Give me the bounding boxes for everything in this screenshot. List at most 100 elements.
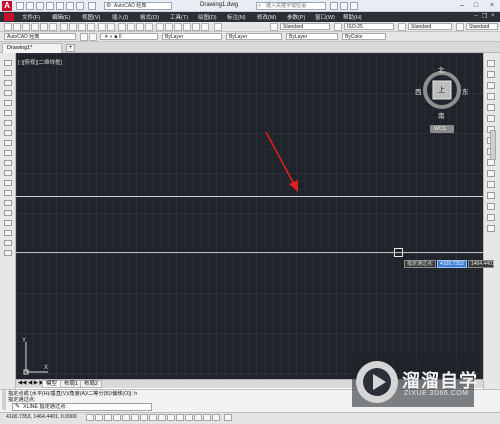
infer-constraints-toggle[interactable]: [86, 414, 94, 421]
zoom-realtime-icon[interactable]: [127, 23, 135, 31]
exchange-icon[interactable]: [340, 2, 348, 10]
viewcube-east[interactable]: 东: [462, 86, 469, 96]
menu-window[interactable]: 窗口(W): [315, 13, 335, 21]
model-space-toggle[interactable]: [224, 414, 232, 421]
layer-state-icon[interactable]: [89, 33, 97, 41]
mtext-icon[interactable]: [4, 240, 12, 246]
object-snap-toggle[interactable]: [131, 414, 139, 421]
properties-icon[interactable]: [156, 23, 164, 31]
workspace-switcher[interactable]: ⚙ AutoCAD 经典: [104, 2, 172, 10]
plot-style-select[interactable]: ByColor: [342, 33, 386, 40]
dim-style-select[interactable]: ISO-25: [344, 23, 394, 30]
fillet-icon[interactable]: [487, 214, 495, 221]
construction-line-icon[interactable]: [4, 70, 12, 76]
pan-icon[interactable]: [118, 23, 126, 31]
array-icon[interactable]: [487, 104, 495, 111]
lineweight-toggle[interactable]: [176, 414, 184, 421]
maximize-button[interactable]: □: [470, 1, 482, 10]
menu-format[interactable]: 格式(O): [140, 13, 159, 21]
explode-icon[interactable]: [487, 225, 495, 232]
workspace-select[interactable]: AutoCAD 经典: [4, 33, 76, 40]
publish-icon[interactable]: [49, 23, 57, 31]
preview-icon[interactable]: [40, 23, 48, 31]
multileader-style-icon[interactable]: [456, 23, 464, 31]
new-file-icon[interactable]: [16, 2, 24, 10]
transparency-toggle[interactable]: [185, 414, 193, 421]
autocad-app-icon[interactable]: A: [2, 1, 12, 11]
multileader-style-select[interactable]: Standard: [466, 23, 498, 30]
markup-icon[interactable]: [192, 23, 200, 31]
viewcube[interactable]: 北 南 东 西 上 WCS: [415, 64, 474, 136]
object-snap-tracking-toggle[interactable]: [149, 414, 157, 421]
viewport-controls-label[interactable]: [-][俯视][二维线框]: [18, 58, 62, 66]
circle-icon[interactable]: [4, 120, 12, 126]
text-style-select[interactable]: Standard: [280, 23, 330, 30]
plot-icon[interactable]: [31, 23, 39, 31]
snap-mode-toggle[interactable]: [95, 414, 103, 421]
menu-draw[interactable]: 绘图(D): [198, 13, 217, 21]
tab-layout2[interactable]: 布局2: [80, 380, 103, 388]
copy-icon[interactable]: [69, 23, 77, 31]
tab-layout1[interactable]: 布局1: [60, 380, 83, 388]
mirror-icon[interactable]: [487, 82, 495, 89]
quick-properties-toggle[interactable]: [194, 414, 202, 421]
dynamic-input-x[interactable]: 4100.7353: [437, 260, 467, 268]
grid-display-toggle[interactable]: [104, 414, 112, 421]
vertical-scrollbar[interactable]: [490, 130, 496, 160]
gradient-icon[interactable]: [4, 210, 12, 216]
print-icon[interactable]: [56, 2, 64, 10]
offset-icon[interactable]: [487, 93, 495, 100]
annotation-monitor-toggle[interactable]: [212, 414, 220, 421]
design-center-icon[interactable]: [165, 23, 173, 31]
undo-icon[interactable]: [66, 2, 74, 10]
viewcube-west[interactable]: 西: [415, 86, 422, 96]
cut-icon[interactable]: [60, 23, 68, 31]
point-icon[interactable]: [4, 190, 12, 196]
join-icon[interactable]: [487, 192, 495, 199]
trim-icon[interactable]: [487, 159, 495, 166]
rectangle-icon[interactable]: [4, 100, 12, 106]
dynamic-input-y[interactable]: 1464.4401: [468, 260, 495, 268]
zoom-previous-icon[interactable]: [145, 23, 153, 31]
calculator-icon[interactable]: [201, 23, 209, 31]
polyline-icon[interactable]: [4, 80, 12, 86]
dynamic-input-toggle[interactable]: [167, 414, 175, 421]
search-input[interactable]: ⌕ 键入关键字或短语: [256, 2, 326, 10]
polar-tracking-toggle[interactable]: [122, 414, 130, 421]
wcs-menu[interactable]: WCS: [434, 126, 446, 132]
redo-icon[interactable]: [76, 2, 84, 10]
ortho-mode-toggle[interactable]: [113, 414, 121, 421]
break-icon[interactable]: [487, 181, 495, 188]
menu-tools[interactable]: 工具(T): [170, 13, 188, 21]
move-icon[interactable]: [487, 115, 495, 122]
tool-palettes-icon[interactable]: [174, 23, 182, 31]
dropdown-arrow-icon[interactable]: [88, 2, 96, 10]
table-style-icon[interactable]: [398, 23, 406, 31]
command-window-grip[interactable]: [2, 390, 6, 410]
menu-app-icon[interactable]: [4, 13, 14, 21]
insert-block-icon[interactable]: [4, 170, 12, 176]
menu-restore-icon[interactable]: ❐: [482, 13, 487, 20]
table-icon[interactable]: [4, 230, 12, 236]
region-icon[interactable]: [4, 220, 12, 226]
menu-min-icon[interactable]: –: [474, 13, 477, 19]
help-toolbar-icon[interactable]: [214, 23, 222, 31]
text-style-icon[interactable]: [270, 23, 278, 31]
revcloud-icon[interactable]: [4, 130, 12, 136]
save-toolbar-icon[interactable]: [22, 23, 30, 31]
viewcube-south[interactable]: 南: [438, 110, 445, 120]
zoom-window-icon[interactable]: [136, 23, 144, 31]
ellipse-icon[interactable]: [4, 150, 12, 156]
redo-toolbar-icon[interactable]: [107, 23, 115, 31]
menu-file[interactable]: 文件(F): [22, 13, 40, 21]
3d-object-snap-toggle[interactable]: [140, 414, 148, 421]
new-tab-button[interactable]: +: [66, 44, 75, 52]
menu-view[interactable]: 视图(V): [82, 13, 100, 21]
help-icon[interactable]: [350, 2, 358, 10]
save-icon[interactable]: [36, 2, 44, 10]
hatch-icon[interactable]: [4, 200, 12, 206]
layer-manager-icon[interactable]: [80, 33, 88, 41]
command-input[interactable]: ✎ XLINE 指定通过点:: [12, 403, 152, 411]
open-icon[interactable]: [13, 23, 21, 31]
extend-icon[interactable]: [487, 170, 495, 177]
